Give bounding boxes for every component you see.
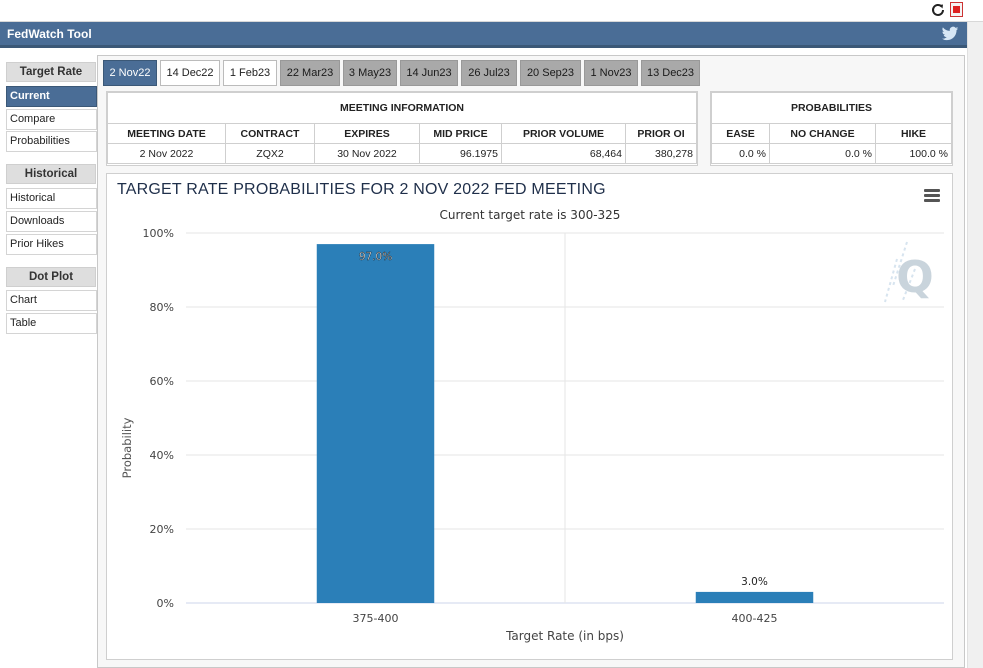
col-meeting-date: MEETING DATE <box>107 123 226 144</box>
y-tick-label: 60% <box>150 375 174 388</box>
y-tick-label: 80% <box>150 301 174 314</box>
sidebar-item-current[interactable]: Current <box>6 86 97 107</box>
tab-14-dec22[interactable]: 14 Dec22 <box>160 60 220 86</box>
probabilities-title: PROBABILITIES <box>711 92 952 124</box>
twitter-icon[interactable] <box>941 26 959 42</box>
tab-14-jun23[interactable]: 14 Jun23 <box>400 60 458 86</box>
pdf-icon[interactable] <box>950 2 963 17</box>
sidebar-item-compare[interactable]: Compare <box>6 109 97 130</box>
y-axis-title: Probability <box>120 417 134 478</box>
cell-ease: 0.0 % <box>711 143 770 164</box>
cell-meeting-date: 2 Nov 2022 <box>107 143 226 164</box>
sidebar-item-probabilities[interactable]: Probabilities <box>6 131 97 152</box>
cell-hike: 100.0 % <box>875 143 952 164</box>
page-scrollbar[interactable] <box>967 22 983 668</box>
browser-toolbar <box>0 0 983 22</box>
col-no-change: NO CHANGE <box>769 123 876 144</box>
tab-2-nov22[interactable]: 2 Nov22 <box>103 60 157 86</box>
app-title: FedWatch Tool <box>7 27 92 41</box>
y-tick-label: 100% <box>143 227 174 240</box>
watermark-streak <box>884 258 898 303</box>
watermark-letter: Q <box>896 252 933 303</box>
col-contract: CONTRACT <box>225 123 315 144</box>
cell-contract: ZQX2 <box>225 143 315 164</box>
reload-icon[interactable] <box>930 2 946 18</box>
data-label: 97.0% <box>359 251 392 263</box>
meeting-information-panel: MEETING INFORMATION MEETING DATE CONTRAC… <box>106 91 698 166</box>
tab-22-mar23[interactable]: 22 Mar23 <box>280 60 340 86</box>
sidebar-item-chart[interactable]: Chart <box>6 290 97 311</box>
col-expires: EXPIRES <box>314 123 420 144</box>
tab-1-nov23[interactable]: 1 Nov23 <box>584 60 638 86</box>
x-axis-title: Target Rate (in bps) <box>505 629 624 643</box>
sidebar-item-downloads[interactable]: Downloads <box>6 211 97 232</box>
cell-prior-oi: 380,278 <box>625 143 697 164</box>
x-tick-label: 375-400 <box>353 612 399 625</box>
app-header: FedWatch Tool <box>0 22 967 48</box>
meeting-information-title: MEETING INFORMATION <box>107 92 697 124</box>
data-label: 3.0% <box>741 576 768 588</box>
sidebar-item-prior-hikes[interactable]: Prior Hikes <box>6 234 97 255</box>
cell-no-change: 0.0 % <box>769 143 876 164</box>
col-prior-volume: PRIOR VOLUME <box>501 123 626 144</box>
sidebar-heading-target-rate: Target Rate <box>6 62 96 82</box>
cell-mid-price: 96.1975 <box>419 143 502 164</box>
tab-26-jul23[interactable]: 26 Jul23 <box>461 60 517 86</box>
probabilities-panel: PROBABILITIES EASE NO CHANGE HIKE 0.0 % … <box>710 91 953 166</box>
quandl-watermark-icon: Q <box>884 241 934 303</box>
sidebar-item-table[interactable]: Table <box>6 313 97 334</box>
cell-expires: 30 Nov 2022 <box>314 143 420 164</box>
y-tick-label: 20% <box>150 523 174 536</box>
col-prior-oi: PRIOR OI <box>625 123 697 144</box>
cell-prior-volume: 68,464 <box>501 143 626 164</box>
bar-chart: Current target rate is 300-325 Q 0% 20% 40… <box>120 208 944 643</box>
col-hike: HIKE <box>875 123 952 144</box>
sidebar-item-historical[interactable]: Historical <box>6 188 97 209</box>
y-tick-label: 40% <box>150 449 174 462</box>
bar-400-425[interactable] <box>695 591 814 603</box>
tab-20-sep23[interactable]: 20 Sep23 <box>520 60 581 86</box>
col-mid-price: MID PRICE <box>419 123 502 144</box>
bar-375-400[interactable] <box>316 244 435 603</box>
y-tick-label: 0% <box>157 597 174 610</box>
col-ease: EASE <box>711 123 770 144</box>
sidebar-heading-dot-plot: Dot Plot <box>6 267 96 287</box>
chart-subtitle: Current target rate is 300-325 <box>440 208 621 222</box>
tab-13-dec23[interactable]: 13 Dec23 <box>641 60 700 86</box>
tab-1-feb23[interactable]: 1 Feb23 <box>223 60 277 86</box>
tab-3-may23[interactable]: 3 May23 <box>343 60 397 86</box>
sidebar-heading-historical: Historical <box>6 164 96 184</box>
chart-panel: TARGET RATE PROBABILITIES FOR 2 NOV 2022… <box>106 173 953 660</box>
x-tick-label: 400-425 <box>732 612 778 625</box>
meeting-information-table: MEETING INFORMATION MEETING DATE CONTRAC… <box>107 92 697 164</box>
probabilities-table: PROBABILITIES EASE NO CHANGE HIKE 0.0 % … <box>711 92 952 164</box>
